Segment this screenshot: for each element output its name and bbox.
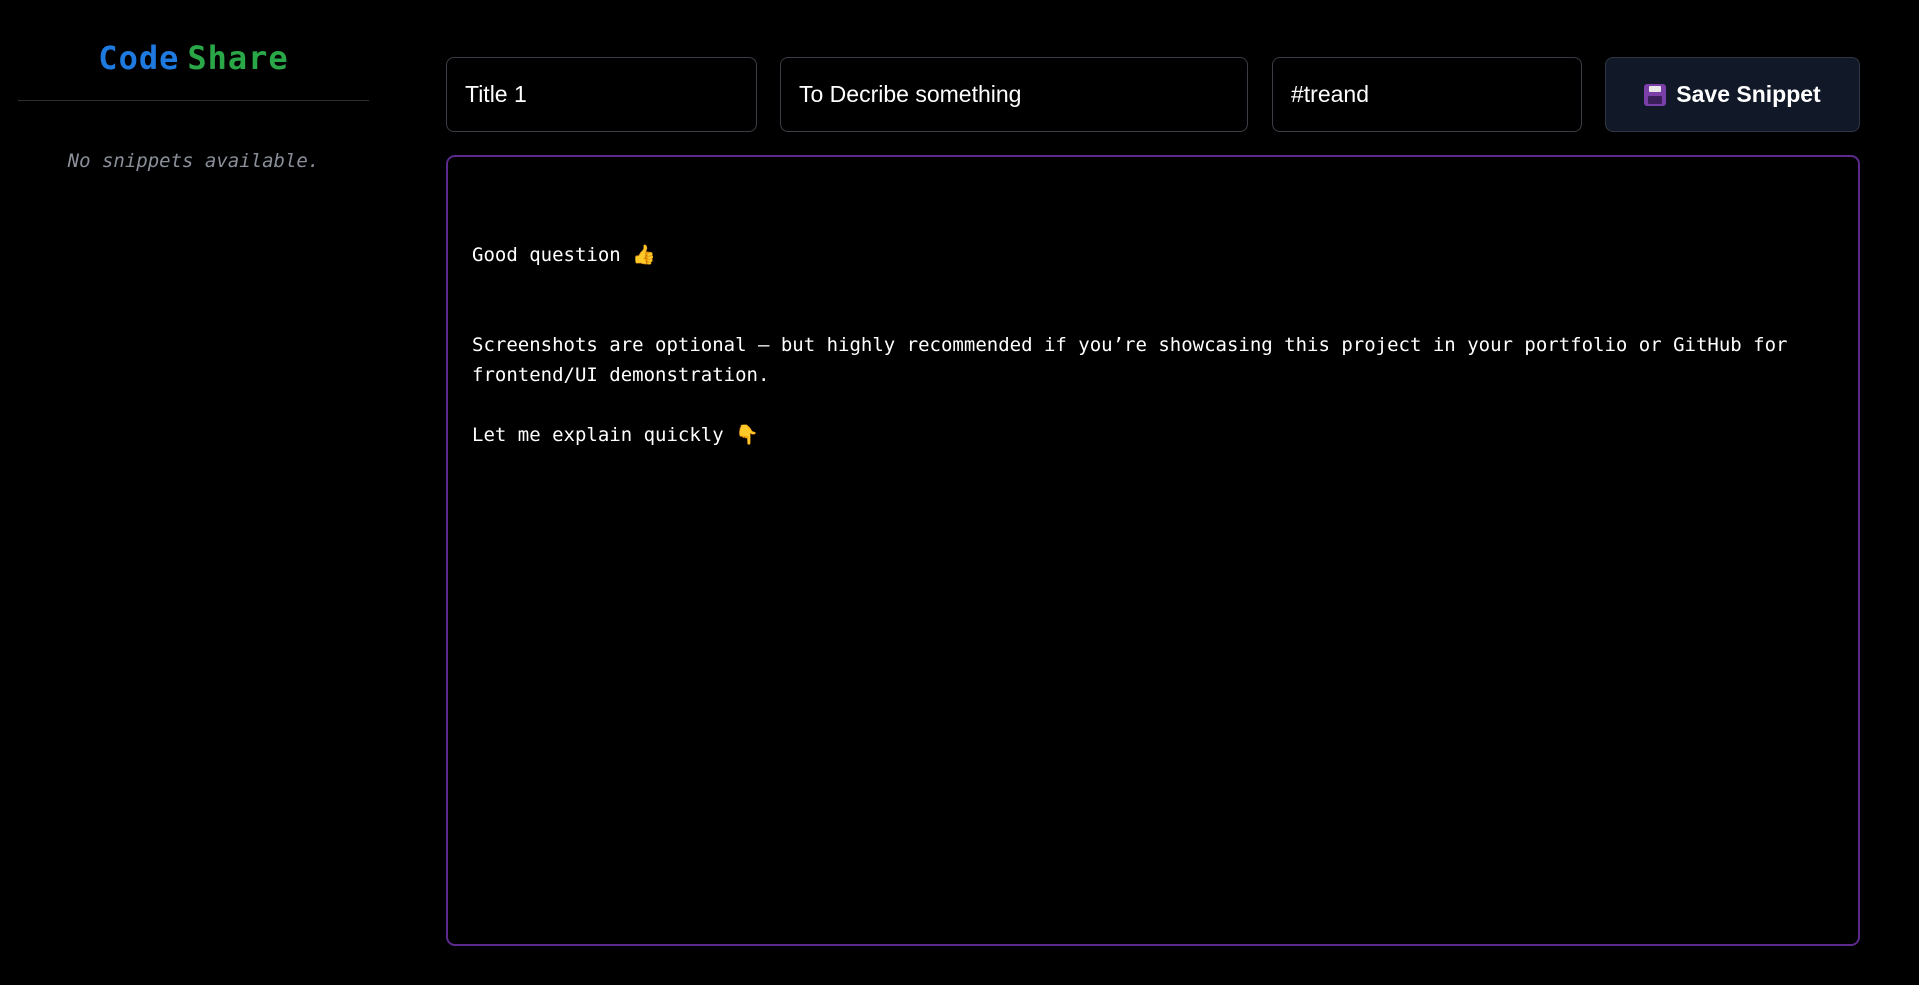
app-logo: Code Share [18, 36, 369, 80]
app-root: CodeShare No snippets available. Save Sn… [0, 0, 1919, 985]
code-editor[interactable]: Good question 👍 Screenshots are optional… [446, 155, 1860, 946]
floppy-disk-icon [1644, 83, 1667, 106]
save-snippet-label: Save Snippet [1676, 81, 1821, 107]
tag-input[interactable] [1272, 57, 1582, 132]
description-input[interactable] [780, 57, 1248, 132]
sidebar: Code Share No snippets available. [18, 0, 369, 985]
save-snippet-button[interactable]: Save Snippet [1605, 57, 1860, 132]
logo-share-text: Share [187, 39, 289, 77]
sidebar-divider [18, 100, 369, 101]
empty-snippets-message: No snippets available. [67, 150, 320, 172]
title-input[interactable] [446, 57, 757, 132]
logo-code-text: Code [98, 39, 180, 77]
